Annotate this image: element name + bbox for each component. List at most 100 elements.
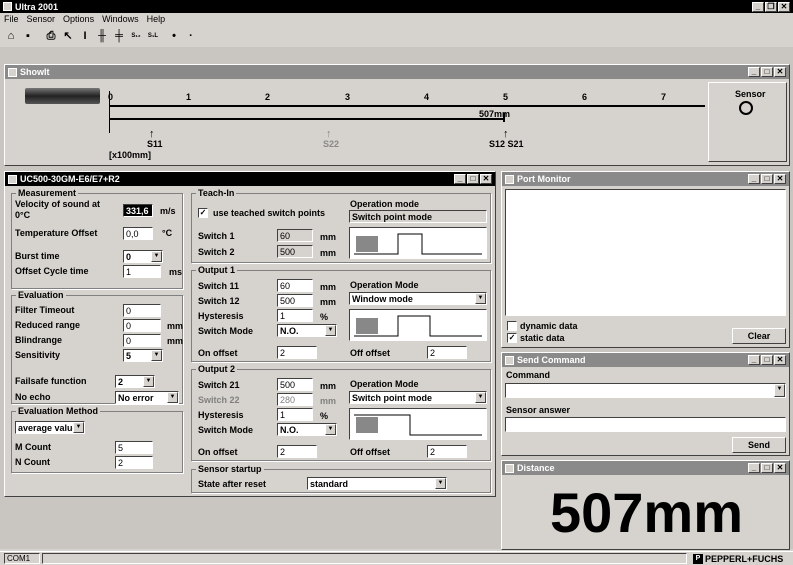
use-teached-label[interactable]: use teached switch points: [213, 208, 325, 218]
switch21-input[interactable]: 500: [277, 378, 313, 391]
eval-method-legend: Evaluation Method: [16, 406, 101, 416]
port-monitor-output[interactable]: [505, 189, 786, 316]
text-cursor-icon[interactable]: I: [78, 29, 92, 43]
switch22-input: 280: [277, 393, 313, 406]
state-select[interactable]: standard ▼: [307, 477, 447, 490]
menu-help[interactable]: Help: [147, 14, 166, 26]
mode2-select[interactable]: N.O. ▼: [277, 423, 337, 436]
eval-method-select[interactable]: average value ▼: [15, 421, 85, 434]
maximize-icon[interactable]: □: [761, 463, 773, 473]
op1-select[interactable]: Window mode ▼: [349, 292, 487, 305]
close-icon[interactable]: ✕: [774, 355, 786, 365]
maximize-icon[interactable]: □: [761, 67, 773, 77]
bar-chart-2-icon[interactable]: ╪: [112, 29, 126, 43]
velocity-label: Velocity of sound at 0°C: [15, 199, 101, 220]
print-icon[interactable]: ⎙: [44, 29, 58, 43]
hyst2-input[interactable]: 1: [277, 408, 313, 421]
hyst1-unit: %: [320, 312, 329, 322]
m-count-input[interactable]: 5: [115, 441, 153, 454]
minimize-icon[interactable]: _: [752, 1, 764, 12]
m-count-label: M Count: [15, 442, 51, 452]
close-icon[interactable]: ✕: [774, 174, 786, 184]
maximize-icon[interactable]: □: [761, 174, 773, 184]
switch2-input[interactable]: 500: [277, 245, 313, 258]
small-dot-icon[interactable]: ·: [184, 29, 198, 43]
hyst1-input[interactable]: 1: [277, 309, 313, 322]
chevron-down-icon[interactable]: ▼: [435, 478, 446, 489]
menu-windows[interactable]: Windows: [102, 14, 139, 26]
velocity-input[interactable]: 331,6: [123, 204, 153, 217]
close-icon[interactable]: ✕: [774, 67, 786, 77]
switch-points-2-icon[interactable]: S₁L: [146, 29, 160, 43]
menu-options[interactable]: Options: [63, 14, 94, 26]
switch1-input[interactable]: 60: [277, 229, 313, 242]
open-icon[interactable]: ⌂: [4, 29, 18, 43]
minimize-icon[interactable]: _: [748, 174, 760, 184]
temp-input[interactable]: 0,0: [123, 227, 153, 240]
switch12-input[interactable]: 500: [277, 294, 313, 307]
off2-input[interactable]: 2: [427, 445, 467, 458]
dot-icon[interactable]: •: [167, 29, 181, 43]
bar-chart-icon[interactable]: ╫: [95, 29, 109, 43]
measurement-legend: Measurement: [16, 188, 79, 198]
static-data-label[interactable]: static data: [520, 333, 565, 343]
switch-points-icon[interactable]: S₁₂: [129, 29, 143, 43]
burst-select[interactable]: 0 ▼: [123, 250, 163, 263]
chevron-down-icon[interactable]: ▼: [167, 392, 178, 403]
reduced-input[interactable]: 0: [123, 319, 161, 332]
maximize-icon[interactable]: □: [467, 174, 479, 184]
send-button[interactable]: Send: [732, 437, 786, 453]
dynamic-data-label[interactable]: dynamic data: [520, 321, 578, 331]
close-icon[interactable]: ✕: [480, 174, 492, 184]
menu-sensor[interactable]: Sensor: [27, 14, 56, 26]
hyst1-label: Hysteresis: [198, 311, 244, 321]
on1-input[interactable]: 2: [277, 346, 317, 359]
filter-input[interactable]: 0: [123, 304, 161, 317]
pointer-icon[interactable]: ↖: [61, 29, 75, 43]
n-count-input[interactable]: 2: [115, 456, 153, 469]
op2-select[interactable]: Switch point mode ▼: [349, 391, 487, 404]
command-select[interactable]: ▼: [505, 383, 786, 398]
save-icon[interactable]: ▪: [21, 29, 35, 43]
switch2-unit: mm: [320, 248, 337, 258]
port-status: COM1: [4, 553, 40, 564]
noecho-select[interactable]: No error ▼: [115, 391, 179, 404]
chevron-down-icon[interactable]: ▼: [475, 392, 486, 403]
chevron-down-icon[interactable]: ▼: [151, 350, 162, 361]
use-teached-checkbox[interactable]: ✓: [198, 208, 208, 218]
window-icon: [8, 174, 17, 184]
blind-input[interactable]: 0: [123, 334, 161, 347]
switch22-unit: mm: [320, 396, 337, 406]
chevron-down-icon[interactable]: ▼: [774, 384, 785, 397]
static-data-checkbox[interactable]: ✓: [507, 333, 517, 343]
chevron-down-icon[interactable]: ▼: [325, 325, 336, 336]
failsafe-select[interactable]: 2 ▼: [115, 375, 155, 388]
restore-icon[interactable]: ❐: [765, 1, 777, 12]
on2-input[interactable]: 2: [277, 445, 317, 458]
hyst2-unit: %: [320, 411, 329, 421]
minimize-icon[interactable]: _: [748, 355, 760, 365]
minimize-icon[interactable]: _: [454, 174, 466, 184]
chevron-down-icon[interactable]: ▼: [475, 293, 486, 304]
chevron-down-icon[interactable]: ▼: [325, 424, 336, 435]
output1-diagram: [349, 309, 487, 341]
mode1-select[interactable]: N.O. ▼: [277, 324, 337, 337]
showit-title: ShowIt: [20, 67, 50, 77]
maximize-icon[interactable]: □: [761, 355, 773, 365]
close-icon[interactable]: ✕: [774, 463, 786, 473]
clear-button[interactable]: Clear: [732, 328, 786, 344]
chevron-down-icon[interactable]: ▼: [143, 376, 154, 387]
sensor-config-titlebar: UC500-30GM-E6/E7+R2 _ □ ✕: [5, 172, 495, 186]
dynamic-data-checkbox[interactable]: [507, 321, 517, 331]
menu-file[interactable]: File: [4, 14, 19, 26]
sensitivity-select[interactable]: 5 ▼: [123, 349, 163, 362]
off1-input[interactable]: 2: [427, 346, 467, 359]
switch11-input[interactable]: 60: [277, 279, 313, 292]
minimize-icon[interactable]: _: [748, 67, 760, 77]
evaluation-group: Evaluation Filter Timeout 0 Reduced rang…: [11, 290, 183, 404]
cycle-input[interactable]: 1: [123, 265, 161, 278]
close-icon[interactable]: ✕: [778, 1, 790, 12]
chevron-down-icon[interactable]: ▼: [73, 422, 84, 433]
chevron-down-icon[interactable]: ▼: [151, 251, 162, 262]
minimize-icon[interactable]: _: [748, 463, 760, 473]
